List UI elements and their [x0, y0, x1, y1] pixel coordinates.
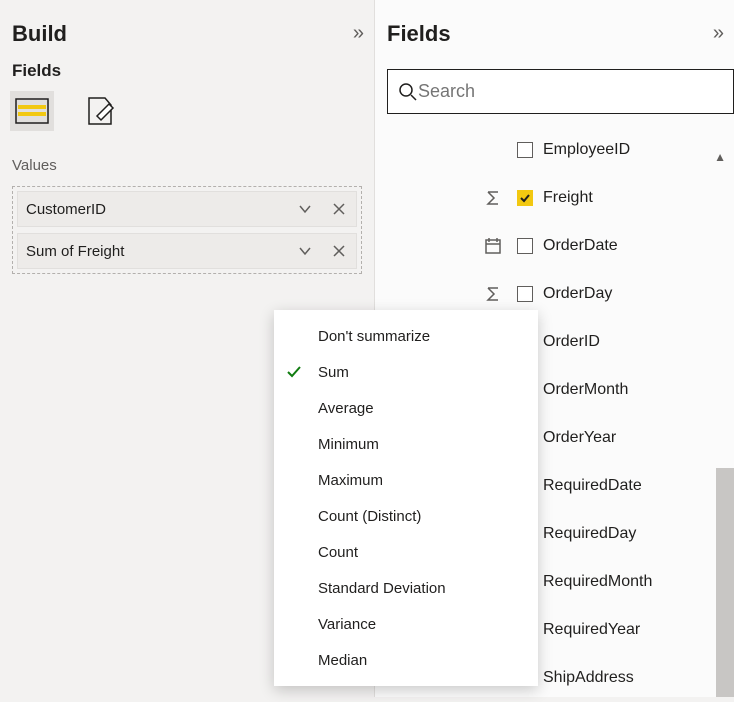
values-wells: CustomerID Sum of Freight	[0, 186, 374, 274]
menu-item-label: Don't summarize	[318, 328, 430, 345]
build-panel-header: Build »	[0, 0, 374, 57]
menu-item-label: Sum	[318, 364, 349, 381]
field-well[interactable]: Sum of Freight	[17, 233, 357, 269]
page-edit-icon	[83, 96, 117, 126]
search-icon	[398, 82, 418, 102]
build-panel-title: Build	[12, 21, 67, 47]
field-checkbox[interactable]	[517, 286, 533, 302]
fields-collapse-button[interactable]: »	[709, 18, 724, 49]
field-name-label: EmployeeID	[543, 141, 630, 159]
menu-item-label: Variance	[318, 616, 376, 633]
field-name-label: RequiredDate	[543, 477, 642, 495]
menu-item[interactable]: Don't summarize	[274, 318, 538, 354]
menu-item[interactable]: Average	[274, 390, 538, 426]
chevron-down-icon	[298, 244, 312, 258]
menu-item-label: Median	[318, 652, 367, 669]
field-well-dropdown[interactable]	[288, 234, 322, 268]
field-name-label: RequiredMonth	[543, 573, 652, 591]
edit-visual-button[interactable]	[78, 91, 122, 131]
table-visual-button[interactable]	[10, 91, 54, 131]
field-checkbox[interactable]	[517, 142, 533, 158]
values-wells-box[interactable]: CustomerID Sum of Freight	[12, 186, 362, 274]
fields-panel-header: Fields »	[375, 0, 734, 57]
close-icon	[332, 202, 346, 216]
menu-item[interactable]: Maximum	[274, 462, 538, 498]
menu-item[interactable]: Sum	[274, 354, 538, 390]
field-checkbox[interactable]	[517, 190, 533, 206]
menu-item-label: Standard Deviation	[318, 580, 446, 597]
field-name-label: RequiredDay	[543, 525, 636, 543]
close-icon	[332, 244, 346, 258]
field-checkbox[interactable]	[517, 238, 533, 254]
search-input[interactable]	[418, 81, 723, 102]
field-name-label: OrderDate	[543, 237, 618, 255]
field-well-label: Sum of Freight	[18, 243, 288, 260]
scrollbar-thumb[interactable]	[716, 468, 734, 697]
search-box[interactable]	[387, 69, 734, 114]
aggregation-context-menu: Don't summarize Sum Average Minimum Maximum C…	[274, 310, 538, 686]
menu-item-label: Minimum	[318, 436, 379, 453]
calendar-icon	[482, 237, 504, 255]
field-name-label: OrderYear	[543, 429, 616, 447]
field-well-remove[interactable]	[322, 234, 356, 268]
field-row[interactable]: EmployeeID	[387, 126, 734, 174]
field-name-label: OrderMonth	[543, 381, 628, 399]
chevron-right-double-icon: »	[353, 22, 360, 44]
menu-item[interactable]: Count	[274, 534, 538, 570]
field-name-label: ShipAddress	[543, 669, 634, 687]
menu-item-label: Count (Distinct)	[318, 508, 421, 525]
table-visual-icon	[15, 98, 49, 124]
build-subsection-title: Fields	[0, 57, 374, 89]
field-well-label: CustomerID	[18, 201, 288, 218]
values-label: Values	[0, 149, 374, 186]
sigma-icon	[482, 189, 504, 207]
check-icon	[286, 364, 302, 380]
field-well-dropdown[interactable]	[288, 192, 322, 226]
menu-item[interactable]: Minimum	[274, 426, 538, 462]
build-toolbar	[0, 89, 374, 149]
sigma-icon	[482, 285, 504, 303]
field-name-label: OrderID	[543, 333, 600, 351]
field-well-remove[interactable]	[322, 192, 356, 226]
menu-item[interactable]: Median	[274, 642, 538, 678]
field-name-label: Freight	[543, 189, 593, 207]
menu-item-label: Count	[318, 544, 358, 561]
field-well[interactable]: CustomerID	[17, 191, 357, 227]
build-collapse-button[interactable]: »	[349, 18, 364, 49]
menu-item-label: Average	[318, 400, 374, 417]
check-icon	[519, 192, 531, 204]
chevron-down-icon	[298, 202, 312, 216]
menu-item[interactable]: Count (Distinct)	[274, 498, 538, 534]
field-row[interactable]: OrderDate	[387, 222, 734, 270]
field-name-label: OrderDay	[543, 285, 612, 303]
menu-item[interactable]: Standard Deviation	[274, 570, 538, 606]
fields-panel-title: Fields	[387, 21, 451, 47]
scroll-up-arrow[interactable]: ▲	[714, 150, 726, 164]
chevron-right-double-icon: »	[713, 22, 720, 44]
field-row[interactable]: Freight	[387, 174, 734, 222]
menu-item-label: Maximum	[318, 472, 383, 489]
field-name-label: RequiredYear	[543, 621, 640, 639]
menu-item[interactable]: Variance	[274, 606, 538, 642]
